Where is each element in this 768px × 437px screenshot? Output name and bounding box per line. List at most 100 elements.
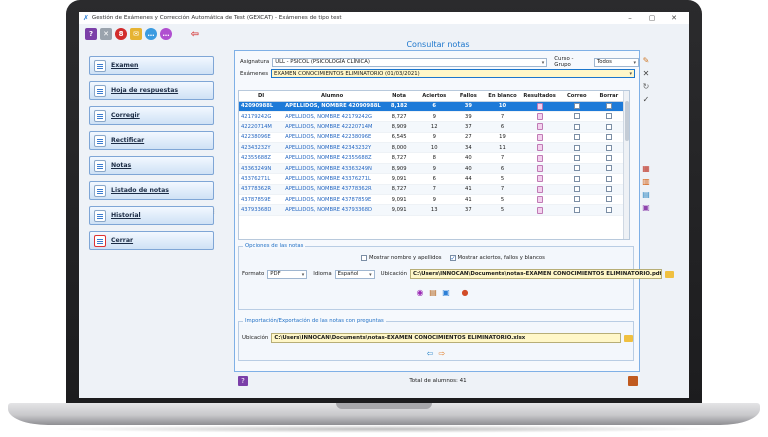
table-row[interactable]: 42179242G APELLIDOS, NOMBRE 42179242G 8,72… <box>239 111 624 123</box>
stats-icon[interactable]: ▥ <box>641 177 651 187</box>
email-checkbox[interactable] <box>573 123 580 130</box>
language-select[interactable]: Español ▾ <box>334 269 375 279</box>
exit-icon[interactable] <box>628 376 638 386</box>
show-stats-checkbox[interactable]: ✓ <box>449 255 456 262</box>
show-names-checkbox[interactable] <box>361 255 367 261</box>
table-row[interactable]: 43787859E APELLIDOS, NOMBRE 43787859E 9,09… <box>239 194 624 206</box>
format-select[interactable]: PDF ▾ <box>267 269 308 279</box>
nav-exam-button[interactable]: Examen <box>89 56 214 75</box>
results-icon[interactable] <box>536 154 543 162</box>
email-checkbox[interactable] <box>573 113 580 120</box>
col-student[interactable]: Alumno <box>283 91 382 102</box>
results-icon[interactable] <box>536 206 543 214</box>
email-checkbox[interactable] <box>573 175 580 182</box>
save-icon[interactable]: ▣ <box>441 287 451 297</box>
scrollbar-thumb[interactable] <box>625 101 629 141</box>
results-icon[interactable] <box>536 102 543 110</box>
email-checkbox[interactable] <box>573 196 580 203</box>
check-icon[interactable]: ✓ <box>641 95 651 105</box>
table-row[interactable]: 42343232Y APELLIDOS, NOMBRE 42343232Y 8,00… <box>239 142 624 154</box>
back-arrow-icon[interactable]: ⇦ <box>189 28 201 40</box>
results-icon[interactable] <box>536 123 543 131</box>
splitter-handle[interactable]: ⋮ <box>211 208 217 215</box>
export-icon[interactable]: ⇨ <box>437 348 447 358</box>
results-icon[interactable] <box>536 113 543 121</box>
delete-checkbox[interactable] <box>605 113 612 120</box>
chat-icon[interactable]: … <box>160 28 172 40</box>
email-checkbox[interactable] <box>573 206 580 213</box>
chart-icon[interactable]: ▦ <box>641 164 651 174</box>
exams-select[interactable]: EXAMEN CONOCIMIENTOS ELIMINATORIO (01/03… <box>271 69 636 78</box>
xlsx-location-field[interactable]: C:\Users\INNOCAN\Documents\notas-EXAMEN … <box>271 333 622 343</box>
delete-checkbox[interactable] <box>605 123 612 130</box>
delete-checkbox[interactable] <box>605 134 612 141</box>
nav-grades-list-button[interactable]: Listado de notas <box>89 181 214 200</box>
table-row[interactable]: 43363249N APELLIDOS, NOMBRE 43363249N 8,90… <box>239 163 624 175</box>
stop-icon[interactable]: 8 <box>115 28 127 40</box>
email-checkbox[interactable] <box>573 102 580 109</box>
publish-icon[interactable]: ● <box>460 287 470 297</box>
tools-icon[interactable]: ✕ <box>641 69 651 79</box>
nav-correct-button[interactable]: Corregir <box>89 106 214 125</box>
nav-answer-sheet-button[interactable]: Hoja de respuestas <box>89 81 214 100</box>
edit-icon[interactable]: ✎ <box>641 56 651 66</box>
col-wrong[interactable]: Fallos <box>451 91 486 102</box>
table-row[interactable]: 43778362R APELLIDOS, NOMBRE 43778362R 8,72… <box>239 184 624 196</box>
preview-icon[interactable]: ◉ <box>415 287 425 297</box>
col-email[interactable]: Correo <box>559 91 594 102</box>
delete-checkbox[interactable] <box>605 154 612 161</box>
delete-checkbox[interactable] <box>605 102 612 109</box>
table-row[interactable]: 42090988L APELLIDOS, NOMBRE 42090988L 8,18… <box>239 101 624 112</box>
table-row[interactable]: 42220714M APELLIDOS, NOMBRE 42220714M 8,90… <box>239 121 624 133</box>
close-window-button[interactable]: ✕ <box>663 12 685 24</box>
email-checkbox[interactable] <box>573 165 580 172</box>
results-icon[interactable] <box>536 133 543 141</box>
delete-checkbox[interactable] <box>605 206 612 213</box>
table-row[interactable]: 43793368D APELLIDOS, NOMBRE 43793368D 9,09… <box>239 204 624 216</box>
table-scrollbar[interactable] <box>623 91 629 239</box>
table-row[interactable]: 43376271L APELLIDOS, NOMBRE 43376271L 9,09… <box>239 173 624 185</box>
email-checkbox[interactable] <box>573 186 580 193</box>
refresh-icon[interactable]: ↻ <box>641 82 651 92</box>
folder-icon[interactable]: ✉ <box>130 28 142 40</box>
nav-rectify-button[interactable]: Rectificar <box>89 131 214 150</box>
subject-select[interactable]: ULL - PSICOL (PSICOLOGÍA CLÍNICA) ▾ <box>272 57 548 67</box>
list-icon[interactable]: ▤ <box>641 190 651 200</box>
col-delete[interactable]: Borrar <box>593 91 624 102</box>
course-group-select[interactable]: Todos ▾ <box>593 57 639 67</box>
minimize-button[interactable]: – <box>619 12 641 24</box>
nav-history-button[interactable]: Historial <box>89 206 214 225</box>
import-icon[interactable]: ⇦ <box>425 348 435 358</box>
delete-checkbox[interactable] <box>605 196 612 203</box>
results-icon[interactable] <box>536 185 543 193</box>
col-di[interactable]: DI <box>239 91 284 102</box>
show-stats-option[interactable]: ✓ Mostrar aciertos, fallos y blancos <box>449 255 545 262</box>
table-row[interactable]: 42238096E APELLIDOS, NOMBRE 42238096E 6,54… <box>239 132 624 144</box>
results-icon[interactable] <box>536 165 543 173</box>
col-correct[interactable]: Aciertos <box>417 91 452 102</box>
show-names-option[interactable]: Mostrar nombre y apellidos <box>361 255 442 261</box>
table-row[interactable]: 42355688Z APELLIDOS, NOMBRE 42355688Z 8,72… <box>239 152 624 164</box>
folder-icon[interactable] <box>664 270 674 278</box>
maximize-button[interactable]: ▢ <box>641 12 663 24</box>
email-checkbox[interactable] <box>573 154 580 161</box>
col-grade[interactable]: Nota <box>381 91 418 102</box>
results-icon[interactable] <box>536 144 543 152</box>
nav-notes-button[interactable]: Notas <box>89 156 214 175</box>
results-icon[interactable] <box>536 196 543 204</box>
email-checkbox[interactable] <box>573 134 580 141</box>
pdf-location-field[interactable]: C:\Users\INNOCAN\Documents\notas-EXAMEN … <box>409 269 662 279</box>
print-icon[interactable]: ▤ <box>428 287 438 297</box>
delete-checkbox[interactable] <box>605 165 612 172</box>
chat-icon[interactable]: … <box>145 28 157 40</box>
delete-checkbox[interactable] <box>605 186 612 193</box>
report-icon[interactable]: ▣ <box>641 203 651 213</box>
tools-icon[interactable]: ✕ <box>100 28 112 40</box>
email-checkbox[interactable] <box>573 144 580 151</box>
nav-close-button[interactable]: Cerrar <box>89 231 214 250</box>
folder-icon[interactable] <box>624 334 634 342</box>
col-results[interactable]: Resultados <box>519 91 560 102</box>
delete-checkbox[interactable] <box>605 175 612 182</box>
delete-checkbox[interactable] <box>605 144 612 151</box>
results-icon[interactable] <box>536 175 543 183</box>
